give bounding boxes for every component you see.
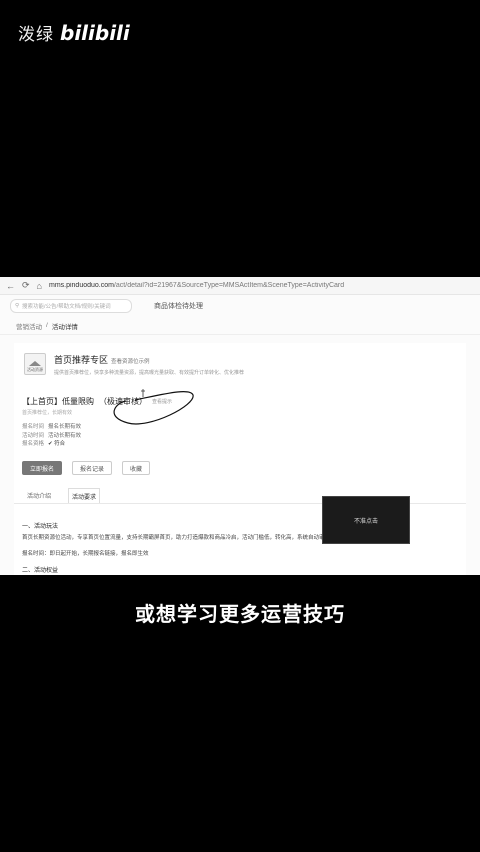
scribble-path xyxy=(113,391,194,425)
cursor-icon xyxy=(141,389,145,397)
bilibili-logo: bilibili xyxy=(60,20,130,45)
channel-name: 泼绿 xyxy=(18,25,54,45)
overlay-popup: 不准点击 xyxy=(322,496,410,544)
bilibili-watermark: 泼绿 bilibili xyxy=(18,20,130,46)
subtitle-caption: 或想学习更多运营技巧 xyxy=(135,602,345,626)
popup-text: 不准点击 xyxy=(353,517,378,525)
